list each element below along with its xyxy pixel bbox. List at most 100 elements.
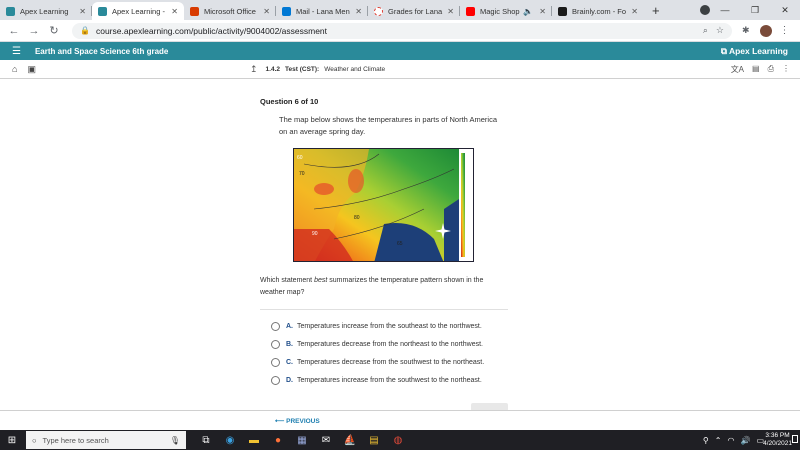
radio-button[interactable] [271,358,280,367]
divider [260,309,508,310]
task-view-icon[interactable]: ⧉ [194,435,218,446]
extensions-icon[interactable]: ✱ [742,25,750,36]
window-controls: — ❐ ✕ [710,0,800,20]
forward-arrow-icon[interactable]: → [24,25,44,37]
taskbar-clock[interactable]: 3:36 PM 4/20/2021 [763,432,792,448]
new-tab-button[interactable]: + [652,2,660,20]
youtube-icon [466,6,475,16]
chevron-up-icon[interactable]: ⌃ [715,436,722,445]
close-icon[interactable]: ✕ [171,7,178,16]
zoom-icon[interactable]: ⌕ [703,25,708,36]
radio-button[interactable] [271,376,280,385]
close-icon[interactable]: ✕ [355,7,362,16]
speaker-icon[interactable]: 🔈 [523,7,533,16]
wifi-icon[interactable]: ◠ [727,436,734,445]
more-icon[interactable]: ⋮ [782,64,790,75]
volume-icon[interactable]: 🔊 [740,436,750,445]
back-arrow-icon[interactable]: ← [4,25,24,37]
clock-date: 4/20/2021 [763,440,792,447]
browser-tab[interactable]: Apex Learning ✕ [0,2,92,20]
close-icon[interactable]: ✕ [447,7,454,16]
chrome-icon[interactable]: ◍ [386,435,410,446]
temperature-map: 60 70 80 90 65 [293,148,474,262]
tab-favicon-icon [6,6,15,16]
browser-tab[interactable]: Mail - Lana Men ✕ [276,2,368,20]
option-text: Temperatures increase from the southwest… [297,377,482,384]
browser-tab[interactable]: Brainly.com - Fo ✕ [552,2,644,20]
notes-icon[interactable]: ▤ [752,64,760,75]
search-placeholder: Type here to search [42,435,109,445]
answer-option-c[interactable]: C. Temperatures decrease from the southw… [271,358,484,367]
answer-option-a[interactable]: A. Temperatures increase from the southe… [271,322,482,331]
notifications-icon[interactable] [792,435,798,443]
answer-option-d[interactable]: D. Temperatures increase from the southw… [271,376,482,385]
radio-button[interactable] [271,322,280,331]
tab-search-icon[interactable] [700,5,710,15]
map-label: 90 [312,231,318,237]
address-bar[interactable]: 🔒 course.apexlearning.com/public/activit… [72,22,732,39]
close-icon[interactable]: ✕ [631,7,638,16]
reload-icon[interactable]: ↻ [44,24,64,37]
search-icon: ○ [32,435,37,445]
tab-favicon-icon [190,6,199,16]
tab-favicon-icon [374,6,383,16]
tab-favicon-icon [282,6,291,16]
app-icon[interactable]: ⛵ [338,435,362,446]
close-window-icon[interactable]: ✕ [770,5,800,16]
clock-time: 3:36 PM [765,432,790,439]
file-explorer-icon[interactable]: ▬ [242,435,266,446]
tab-label: Brainly.com - Fo [572,6,627,16]
home-icon[interactable]: ⌂ [12,64,17,74]
browser-tab[interactable]: Microsoft Office ✕ [184,2,276,20]
option-text: Temperatures increase from the southeast… [297,323,482,330]
microphone-icon[interactable]: 🎙 [170,436,180,445]
close-icon[interactable]: ✕ [539,7,546,16]
tab-label: Microsoft Office [204,6,256,16]
previous-button[interactable]: ⟵ PREVIOUS [275,417,320,425]
windows-taskbar: ⊞ ○ Type here to search 🎙 ⧉ ◉ ▬ ● ▦ ✉ ⛵ … [0,430,800,450]
menu-kebab-icon[interactable]: ⋮ [780,25,790,36]
hamburger-menu-icon[interactable]: ☰ [12,46,21,57]
browser-tab[interactable]: Magic Shop 🔈 ✕ [460,2,552,20]
print-icon[interactable]: ⎙ [768,64,774,75]
lock-icon: 🔒 [80,26,90,35]
tab-label: Magic Shop [480,6,520,16]
mail-icon[interactable]: ✉ [314,435,338,446]
minimize-icon[interactable]: — [710,5,740,15]
option-text: Temperatures decrease from the southwest… [297,359,485,366]
tab-favicon-icon [558,6,567,16]
store-icon[interactable]: ▦ [290,435,314,446]
restore-icon[interactable]: ❐ [740,5,770,16]
option-text: Temperatures decrease from the northeast… [297,341,483,348]
folder-icon[interactable]: ▤ [362,435,386,446]
browser-tab-active[interactable]: Apex Learning - ✕ [92,2,184,20]
browser-tab[interactable]: Grades for Lana ✕ [368,2,460,20]
edge-icon[interactable]: ◉ [218,435,242,446]
browser-toolbar: ← → ↻ 🔒 course.apexlearning.com/public/a… [0,20,800,42]
tab-label: Apex Learning - [112,6,165,16]
tab-label: Apex Learning [20,6,69,16]
apex-logo: ⧉ Apex Learning [720,45,788,56]
translate-icon[interactable]: 文A [731,64,744,75]
up-arrow-icon[interactable]: ↥ [250,64,258,75]
radio-button[interactable] [271,340,280,349]
submit-button[interactable] [471,403,508,410]
windows-start-icon[interactable]: ⊞ [2,435,22,446]
bookmark-star-icon[interactable]: ☆ [716,25,724,36]
answer-option-b[interactable]: B. Temperatures decrease from the northe… [271,340,483,349]
tab-label: Mail - Lana Men [296,6,350,16]
activity-number: 1.4.2 [265,65,281,73]
assessment-content: Question 6 of 10 The map below shows the… [0,80,800,410]
map-label: 60 [297,155,303,161]
profile-avatar[interactable] [759,24,772,37]
taskbar-search-box[interactable]: ○ Type here to search 🎙 [26,431,186,449]
firefox-icon[interactable]: ● [266,435,290,446]
activity-topic: Weather and Climate [324,65,386,73]
people-icon[interactable]: ⚲ [703,436,709,445]
system-tray: ⚲ ⌃ ◠ 🔊 ▭ [697,436,764,445]
close-icon[interactable]: ✕ [263,7,270,16]
backpack-icon[interactable]: ▣ [27,64,36,75]
temperature-map-image: 60 70 80 90 65 [294,149,473,261]
apex-logo-icon: ⧉ [720,45,729,56]
close-icon[interactable]: ✕ [79,7,86,16]
